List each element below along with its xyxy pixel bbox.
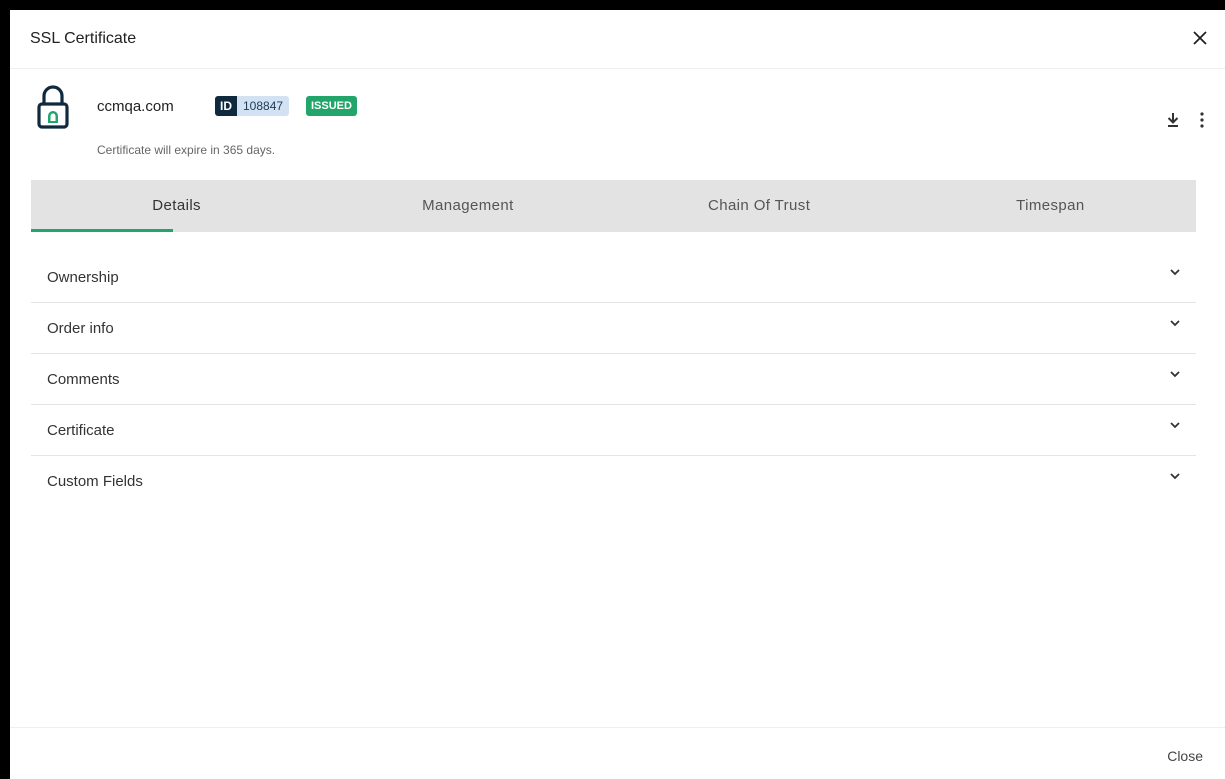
dialog-titlebar: SSL Certificate [10, 10, 1225, 69]
section-label: Certificate [47, 422, 115, 439]
section-custom-fields[interactable]: Custom Fields [31, 456, 1196, 506]
lock-icon [36, 82, 70, 130]
close-icon[interactable] [1189, 27, 1211, 49]
section-certificate[interactable]: Certificate [31, 405, 1196, 456]
id-badge-value: 108847 [237, 96, 290, 116]
tab-details[interactable]: Details [31, 180, 322, 232]
section-comments[interactable]: Comments [31, 354, 1196, 405]
section-label: Order info [47, 320, 114, 337]
section-ownership[interactable]: Ownership [31, 252, 1196, 303]
section-label: Custom Fields [47, 473, 143, 490]
chevron-down-icon [1168, 265, 1182, 279]
section-label: Ownership [47, 269, 119, 286]
dialog-title: SSL Certificate [30, 30, 137, 47]
active-tab-indicator [31, 229, 173, 232]
section-label: Comments [47, 371, 120, 388]
certificate-domain: ccmqa.com [97, 98, 174, 115]
id-badge-label: ID [215, 96, 237, 116]
chevron-down-icon [1168, 469, 1182, 483]
detail-sections: Ownership Order info Comments Certificat… [31, 252, 1196, 506]
chevron-down-icon [1168, 367, 1182, 381]
tab-chain-of-trust[interactable]: Chain Of Trust [614, 180, 905, 232]
section-order-info[interactable]: Order info [31, 303, 1196, 354]
certificate-header: ccmqa.com ID 108847 ISSUED Certificate w… [10, 68, 1225, 180]
dialog-footer: Close [10, 727, 1225, 779]
status-badge: ISSUED [306, 96, 357, 116]
tab-timespan[interactable]: Timespan [905, 180, 1196, 232]
ssl-certificate-dialog: SSL Certificate ccmqa.com ID 108847 ISSU… [10, 10, 1225, 779]
tab-bar: Details Management Chain Of Trust Timesp… [31, 180, 1196, 232]
tab-management[interactable]: Management [322, 180, 613, 232]
more-vertical-icon[interactable] [1197, 110, 1207, 130]
chevron-down-icon [1168, 316, 1182, 330]
chevron-down-icon [1168, 418, 1182, 432]
download-icon[interactable] [1165, 110, 1181, 130]
close-button[interactable]: Close [1167, 748, 1203, 764]
certificate-id-badge: ID 108847 [215, 96, 290, 116]
expiry-text: Certificate will expire in 365 days. [97, 143, 276, 157]
